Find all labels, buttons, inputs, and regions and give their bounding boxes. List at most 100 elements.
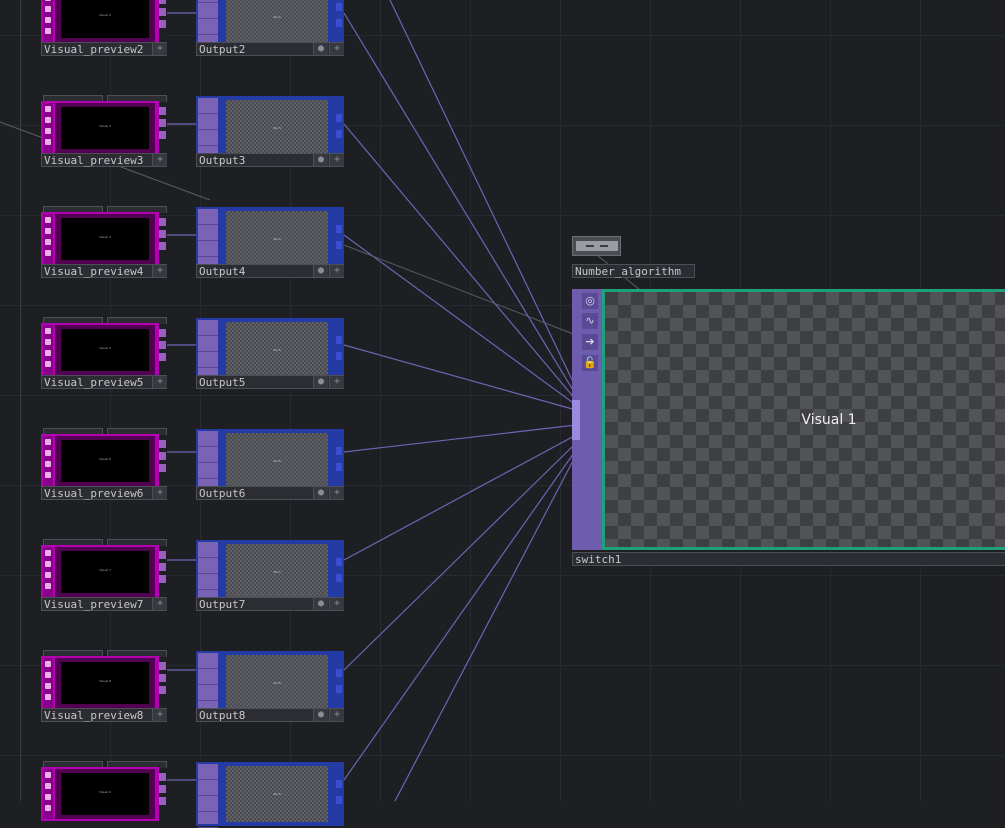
output-to-switch-wire[interactable] xyxy=(343,449,577,781)
visual-preview-label[interactable]: Visual_preview6 + xyxy=(41,486,167,500)
switch1-label[interactable]: switch1 xyxy=(572,552,1005,566)
output-connectors[interactable] xyxy=(159,551,167,593)
viewer-toggle-icon[interactable]: ● xyxy=(313,154,328,166)
lock-icon[interactable]: 🔓 xyxy=(582,355,598,371)
output-label[interactable]: Output3 ● + xyxy=(196,153,344,167)
node-viewer: Vis 4 xyxy=(226,211,328,267)
node-body: Visual 9 xyxy=(41,767,159,821)
plus-icon[interactable]: + xyxy=(329,709,344,721)
visual-preview-label[interactable]: Visual_preview8 + xyxy=(41,708,167,722)
node-viewer: Visual 2 xyxy=(55,0,155,42)
plus-icon[interactable]: + xyxy=(329,487,344,499)
plus-icon[interactable]: + xyxy=(152,43,167,55)
viewer-toggle-icon[interactable]: ● xyxy=(313,265,328,277)
node-icon-strip xyxy=(43,547,53,597)
output-to-switch-wire[interactable] xyxy=(343,424,577,453)
wave-icon[interactable]: ∿ xyxy=(582,313,598,329)
number-to-switch-wire[interactable] xyxy=(343,244,577,336)
node-body: Vis 7 xyxy=(196,540,344,606)
viewer-toggle-icon[interactable]: ● xyxy=(313,376,328,388)
viewer-toggle-icon[interactable]: ● xyxy=(313,43,328,55)
output-connectors[interactable] xyxy=(159,773,167,815)
output-to-switch-wire[interactable] xyxy=(343,234,577,406)
node-viewer: Vis 8 xyxy=(226,655,328,711)
output-to-switch-wire[interactable] xyxy=(343,12,577,396)
output-connectors[interactable] xyxy=(159,440,167,482)
label-text: Output2 xyxy=(199,43,246,56)
node-body: Visual 8 xyxy=(41,656,159,710)
output-label[interactable]: Output6 ● + xyxy=(196,486,344,500)
number-algorithm-node[interactable] xyxy=(572,236,621,256)
plus-icon[interactable]: + xyxy=(152,709,167,721)
number-algorithm-label[interactable]: Number_algorithm xyxy=(572,264,695,278)
thumb-text: Vis 4 xyxy=(273,237,281,241)
switch1-viewer[interactable]: Visual 1 xyxy=(602,289,1005,550)
label-text: Visual_preview6 xyxy=(44,487,144,500)
arrow-right-icon[interactable]: ➔ xyxy=(582,334,598,350)
output-connectors[interactable] xyxy=(159,107,167,149)
node-body: Vis 3 xyxy=(196,96,344,162)
label-text: Visual_preview5 xyxy=(44,376,144,389)
node-icon-strip xyxy=(198,209,218,273)
plus-icon[interactable]: + xyxy=(152,376,167,388)
output-to-switch-wire[interactable] xyxy=(343,123,577,401)
thumb-text: Visual 2 xyxy=(99,13,111,17)
output-label[interactable]: Output7 ● + xyxy=(196,597,344,611)
node-viewer: Visual 8 xyxy=(55,658,155,708)
label-text: Visual_preview2 xyxy=(44,43,144,56)
plus-icon[interactable]: + xyxy=(152,598,167,610)
thumb-text: Vis 7 xyxy=(273,570,281,574)
node-icon-strip xyxy=(198,542,218,606)
plus-icon[interactable]: + xyxy=(329,598,344,610)
node-body: Visual 7 xyxy=(41,545,159,599)
offscreen-to-switch-wire[interactable] xyxy=(394,454,577,801)
node-viewer: Vis 7 xyxy=(226,544,328,600)
plus-icon[interactable]: + xyxy=(152,265,167,277)
viewer-toggle-icon[interactable]: ● xyxy=(313,709,328,721)
plus-icon[interactable]: + xyxy=(152,487,167,499)
node-viewer: Visual 5 xyxy=(55,325,155,375)
node-body: Visual 2 xyxy=(41,0,159,44)
node-body: Visual 4 xyxy=(41,212,159,266)
label-text: Output7 xyxy=(199,598,246,611)
target-icon[interactable]: ◎ xyxy=(582,293,598,309)
node-viewer: Visual 7 xyxy=(55,547,155,597)
plus-icon[interactable]: + xyxy=(329,154,344,166)
visual-preview-label[interactable]: Visual_preview2 + xyxy=(41,42,167,56)
node-body: Visual 3 xyxy=(41,101,159,155)
output-label[interactable]: Output8 ● + xyxy=(196,708,344,722)
node-body: Vis 6 xyxy=(196,429,344,495)
output-to-switch-wire[interactable] xyxy=(343,442,577,671)
visual-preview-label[interactable]: Visual_preview7 + xyxy=(41,597,167,611)
output-to-switch-wire[interactable] xyxy=(343,344,577,411)
output-label[interactable]: Output4 ● + xyxy=(196,264,344,278)
label-text: Visual_preview7 xyxy=(44,598,144,611)
node-icon-strip xyxy=(198,431,218,495)
visual-preview-label[interactable]: Visual_preview5 + xyxy=(41,375,167,389)
thumb-text: Visual 8 xyxy=(99,679,111,683)
output-label[interactable]: Output2 ● + xyxy=(196,42,344,56)
node-body: Vis 4 xyxy=(196,207,344,273)
offscreen-to-switch-wire[interactable] xyxy=(389,0,577,389)
node-body: Vis 5 xyxy=(196,318,344,384)
output-label[interactable]: Output5 ● + xyxy=(196,375,344,389)
plus-icon[interactable]: + xyxy=(329,265,344,277)
thumb-text: Vis 8 xyxy=(273,681,281,685)
visual-preview-label[interactable]: Visual_preview3 + xyxy=(41,153,167,167)
thumb-text: Vis 5 xyxy=(273,348,281,352)
plus-icon[interactable]: + xyxy=(329,376,344,388)
viewer-toggle-icon[interactable]: ● xyxy=(313,487,328,499)
thumb-text: Visual 9 xyxy=(99,790,111,794)
plus-icon[interactable]: + xyxy=(152,154,167,166)
node-icon-strip xyxy=(43,436,53,486)
switch1-input-connector[interactable] xyxy=(572,400,580,440)
viewer-toggle-icon[interactable]: ● xyxy=(313,598,328,610)
output-connectors[interactable] xyxy=(159,218,167,260)
thumb-text: Vis 2 xyxy=(273,15,281,19)
output-to-switch-wire[interactable] xyxy=(343,434,577,561)
output-connectors[interactable] xyxy=(159,329,167,371)
output-connectors[interactable] xyxy=(159,662,167,704)
plus-icon[interactable]: + xyxy=(329,43,344,55)
output-connectors[interactable] xyxy=(159,0,167,38)
visual-preview-label[interactable]: Visual_preview4 + xyxy=(41,264,167,278)
